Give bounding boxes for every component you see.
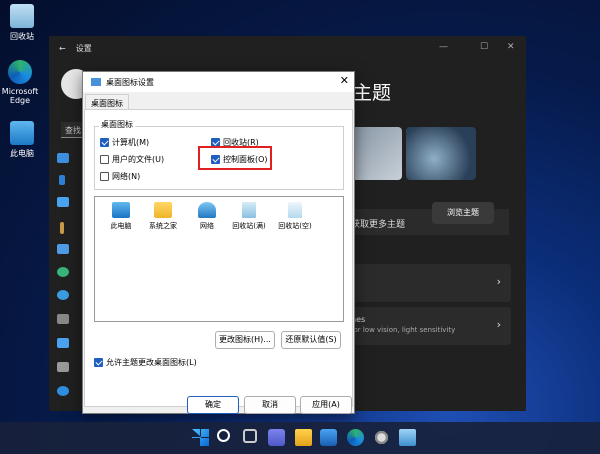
checkbox-checked-icon bbox=[94, 358, 103, 367]
apps-icon[interactable] bbox=[57, 244, 69, 254]
checkbox-label: 网络(N) bbox=[112, 172, 141, 181]
recycle-bin-icon bbox=[10, 4, 34, 28]
list-item-label: 此电脑 bbox=[110, 222, 132, 230]
network-icon bbox=[198, 202, 216, 218]
settings-row[interactable]: › bbox=[349, 264, 511, 302]
desktop-icon-recycle-bin[interactable]: 回收站 bbox=[0, 4, 44, 42]
time-icon[interactable] bbox=[57, 290, 69, 300]
bluetooth-icon[interactable] bbox=[59, 175, 65, 185]
start-icon[interactable] bbox=[192, 429, 209, 446]
tab-desktop-icons[interactable]: 桌面图标 bbox=[85, 94, 129, 110]
restore-default-button[interactable]: 还原默认值(S) bbox=[281, 331, 341, 349]
privacy-icon[interactable] bbox=[57, 362, 69, 372]
settings-sidebar bbox=[49, 60, 79, 410]
widgets-icon[interactable] bbox=[268, 429, 285, 446]
icon-list[interactable]: 此电脑 系统之家 网络 回收站(满) 回收站(空) bbox=[94, 196, 344, 322]
network-icon[interactable] bbox=[57, 197, 69, 207]
settings-title: 设置 bbox=[75, 43, 92, 53]
checkbox-checked-icon bbox=[100, 138, 109, 147]
task-view-icon[interactable] bbox=[243, 429, 257, 443]
cancel-button[interactable]: 取消 bbox=[244, 396, 296, 414]
desktop-label: 此电脑 bbox=[10, 149, 34, 158]
dialog-app-icon bbox=[91, 78, 101, 86]
list-item[interactable]: 系统之家 bbox=[141, 202, 185, 231]
checkbox-label: 用户的文件(U) bbox=[112, 155, 165, 164]
minimize-icon[interactable]: — bbox=[439, 42, 448, 52]
accounts-icon[interactable] bbox=[57, 267, 69, 277]
system-icon[interactable] bbox=[57, 153, 69, 163]
computer-icon bbox=[112, 202, 130, 218]
gear-icon[interactable] bbox=[373, 429, 390, 446]
list-item[interactable]: 网络 bbox=[185, 202, 229, 231]
group-label: 桌面图标 bbox=[99, 119, 135, 130]
close-icon[interactable]: ✕ bbox=[340, 75, 349, 87]
brush-icon[interactable] bbox=[60, 222, 64, 234]
browse-themes-button[interactable]: 浏览主题 bbox=[432, 202, 494, 224]
checkbox-label: 允许主题更改桌面图标(L) bbox=[106, 358, 197, 367]
folder-icon bbox=[154, 202, 172, 218]
highlight-box bbox=[198, 146, 272, 170]
accessibility-icon[interactable] bbox=[57, 338, 69, 348]
update-icon[interactable] bbox=[57, 386, 69, 396]
recycle-bin-full-icon bbox=[242, 202, 256, 218]
row-sublabel: for low vision, light sensitivity bbox=[351, 326, 456, 334]
computer-checkbox[interactable]: 计算机(M) bbox=[100, 137, 149, 148]
list-item-label: 回收站(空) bbox=[278, 222, 312, 230]
allow-themes-checkbox[interactable]: 允许主题更改桌面图标(L) bbox=[94, 357, 197, 368]
list-item-label: 网络 bbox=[200, 222, 214, 230]
list-item[interactable]: 回收站(满) bbox=[227, 202, 271, 231]
file-explorer-icon[interactable] bbox=[295, 429, 312, 446]
close-icon[interactable]: ✕ bbox=[507, 42, 515, 52]
search-icon[interactable] bbox=[217, 429, 230, 442]
desktop-icon-edge[interactable]: Microsoft Edge bbox=[0, 60, 40, 105]
page-title: 主题 bbox=[353, 82, 392, 104]
back-arrow-icon[interactable]: ← bbox=[59, 44, 66, 53]
gaming-icon[interactable] bbox=[57, 314, 69, 324]
apply-button[interactable]: 应用(A) bbox=[300, 396, 352, 414]
edge-icon[interactable] bbox=[347, 429, 364, 446]
recycle-bin-empty-icon bbox=[288, 202, 302, 218]
chevron-right-icon: › bbox=[496, 275, 501, 288]
checkbox-unchecked-icon bbox=[100, 155, 109, 164]
list-item[interactable]: 此电脑 bbox=[99, 202, 143, 231]
network-checkbox[interactable]: 网络(N) bbox=[100, 171, 140, 182]
chevron-right-icon: › bbox=[496, 318, 501, 331]
list-item-label: 系统之家 bbox=[149, 222, 177, 230]
list-item-label: 回收站(满) bbox=[232, 222, 266, 230]
edge-icon bbox=[8, 60, 32, 84]
list-item[interactable]: 回收站(空) bbox=[273, 202, 317, 231]
settings-titlebar: ← 设置 bbox=[49, 36, 526, 60]
ok-button[interactable]: 确定 bbox=[187, 396, 239, 414]
control-panel-icon[interactable] bbox=[399, 429, 416, 446]
checkbox-unchecked-icon bbox=[100, 172, 109, 181]
taskbar bbox=[0, 422, 600, 454]
user-files-checkbox[interactable]: 用户的文件(U) bbox=[100, 154, 164, 165]
change-icon-button[interactable]: 更改图标(H)... bbox=[215, 331, 275, 349]
desktop-icon-this-pc[interactable]: 此电脑 bbox=[0, 121, 44, 159]
dialog-title: 桌面图标设置 bbox=[106, 77, 154, 87]
desktop-label: Microsoft Edge bbox=[1, 87, 39, 105]
checkbox-label: 计算机(M) bbox=[112, 138, 150, 147]
store-icon[interactable] bbox=[320, 429, 337, 446]
maximize-icon[interactable]: ☐ bbox=[480, 42, 488, 52]
theme-thumbnail[interactable] bbox=[406, 127, 476, 180]
desktop-label: 回收站 bbox=[10, 32, 34, 41]
dialog-titlebar: 桌面图标设置 bbox=[83, 72, 354, 92]
settings-row-contrast[interactable]: nes for low vision, light sensitivity › bbox=[349, 307, 511, 345]
computer-icon bbox=[10, 121, 34, 145]
desktop-icon-settings-dialog: 桌面图标设置 ✕ 桌面图标 桌面图标 计算机(M) 回收站(R) 用户的文件(U… bbox=[82, 71, 355, 414]
